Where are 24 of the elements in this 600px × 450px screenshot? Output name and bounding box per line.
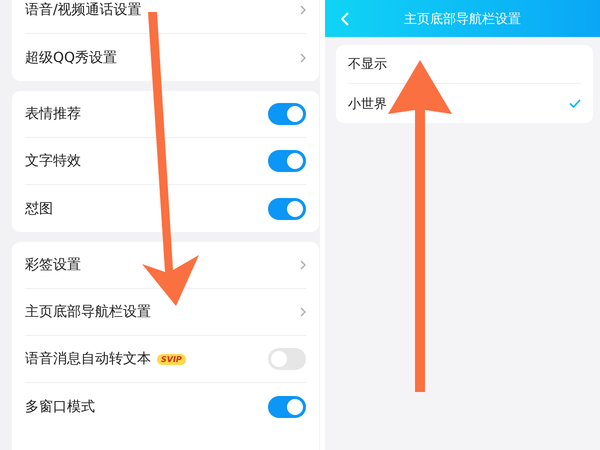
setting-label: 表情推荐 xyxy=(25,105,81,123)
setting-label: 语音/视频通话设置 xyxy=(25,1,142,19)
setting-label: 超级QQ秀设置 xyxy=(25,48,118,66)
settings-item[interactable]: 超级QQ秀设置 xyxy=(25,34,306,81)
chevron-right-icon xyxy=(300,52,306,62)
page-title: 主页底部导航栏设置 xyxy=(403,10,522,28)
toggle-switch[interactable] xyxy=(268,150,306,172)
back-icon[interactable] xyxy=(341,12,349,26)
chevron-right-icon xyxy=(300,5,306,15)
setting-label: 彩签设置 xyxy=(25,256,81,274)
toggle-switch[interactable] xyxy=(268,396,306,418)
option-item[interactable]: 小世界 xyxy=(348,84,581,123)
chevron-right-icon xyxy=(300,260,306,270)
setting-label: 多窗口模式 xyxy=(25,398,95,416)
toggle-switch[interactable] xyxy=(268,103,306,125)
setting-label: 语音消息自动转文本 xyxy=(25,350,151,368)
checkmark-icon xyxy=(569,99,581,108)
setting-label: 文字特效 xyxy=(25,152,81,170)
chevron-right-icon xyxy=(300,307,306,317)
vip-badge: SVIP xyxy=(157,354,186,364)
setting-label: 怼图 xyxy=(25,200,53,218)
toggle-switch[interactable] xyxy=(268,348,306,370)
setting-label: 主页底部导航栏设置 xyxy=(25,303,151,321)
toggle-switch[interactable] xyxy=(268,198,306,220)
